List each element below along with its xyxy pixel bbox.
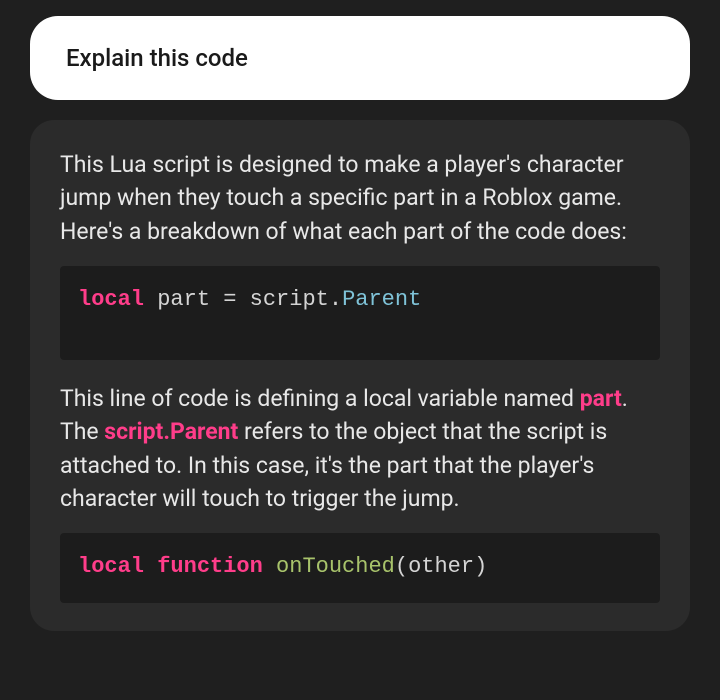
- code-paren-close: ): [474, 554, 487, 579]
- keyword-local-2: local: [78, 554, 144, 579]
- code-prop-parent: Parent: [342, 287, 421, 312]
- user-message-text: Explain this code: [66, 44, 248, 72]
- code-block-2: local function onTouched(other): [60, 533, 660, 603]
- assistant-intro-paragraph: This Lua script is designed to make a pl…: [60, 148, 660, 248]
- code-block-1: local part = script.Parent: [60, 266, 660, 360]
- code-dot: .: [329, 287, 342, 312]
- keyword-function: function: [157, 554, 263, 579]
- inline-code-scriptparent: script.Parent: [104, 418, 238, 445]
- code-sp2: [263, 554, 276, 579]
- code-paren-open: (: [395, 554, 408, 579]
- code-arg-other: other: [408, 554, 474, 579]
- code-sp1: [144, 554, 157, 579]
- keyword-local: local: [78, 287, 144, 312]
- code-fn-name: onTouched: [276, 554, 395, 579]
- inline-code-part: part: [580, 385, 622, 412]
- code-equals: =: [223, 287, 249, 312]
- code-ident-script: script: [250, 287, 329, 312]
- user-message-bubble: Explain this code: [30, 16, 690, 100]
- assistant-paragraph-2: This line of code is defining a local va…: [60, 382, 660, 515]
- code-ident-part: part: [144, 287, 223, 312]
- assistant-message-bubble: This Lua script is designed to make a pl…: [30, 120, 690, 631]
- para2-pre: This line of code is defining a local va…: [60, 385, 580, 412]
